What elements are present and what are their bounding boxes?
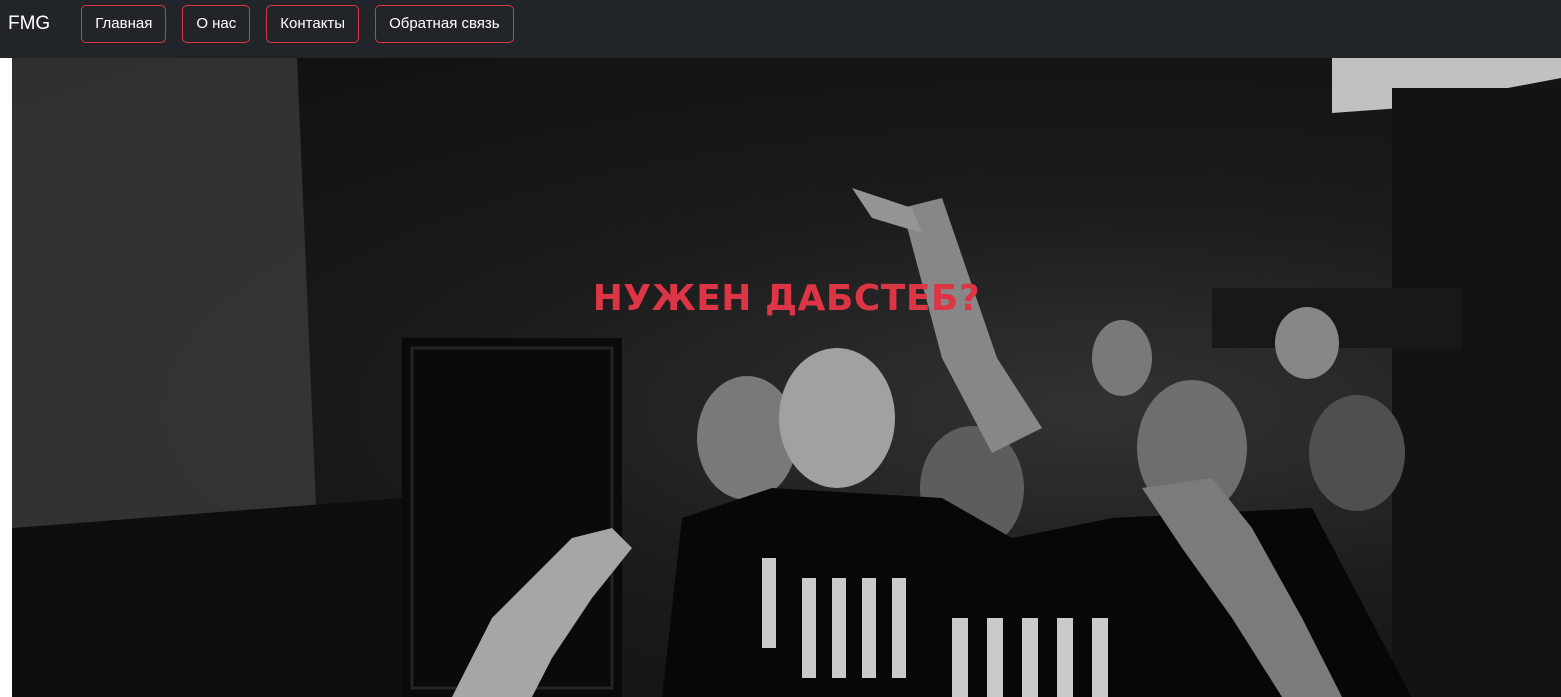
nav-feedback-button[interactable]: Обратная связь xyxy=(375,4,514,43)
hero-title: НУЖЕН ДАБСТЕБ? xyxy=(592,278,981,319)
crowd-photo xyxy=(12,58,1561,697)
brand-logo[interactable]: FMG xyxy=(8,13,50,35)
nav-contacts-button[interactable]: Контакты xyxy=(266,4,360,43)
nav-home-button[interactable]: Главная xyxy=(81,4,167,43)
nav-about-button[interactable]: О нас xyxy=(182,4,251,43)
hero-banner: НУЖЕН ДАБСТЕБ? xyxy=(12,58,1561,697)
top-navbar: FMG Главная О нас Контакты Обратная связ… xyxy=(0,0,1561,58)
